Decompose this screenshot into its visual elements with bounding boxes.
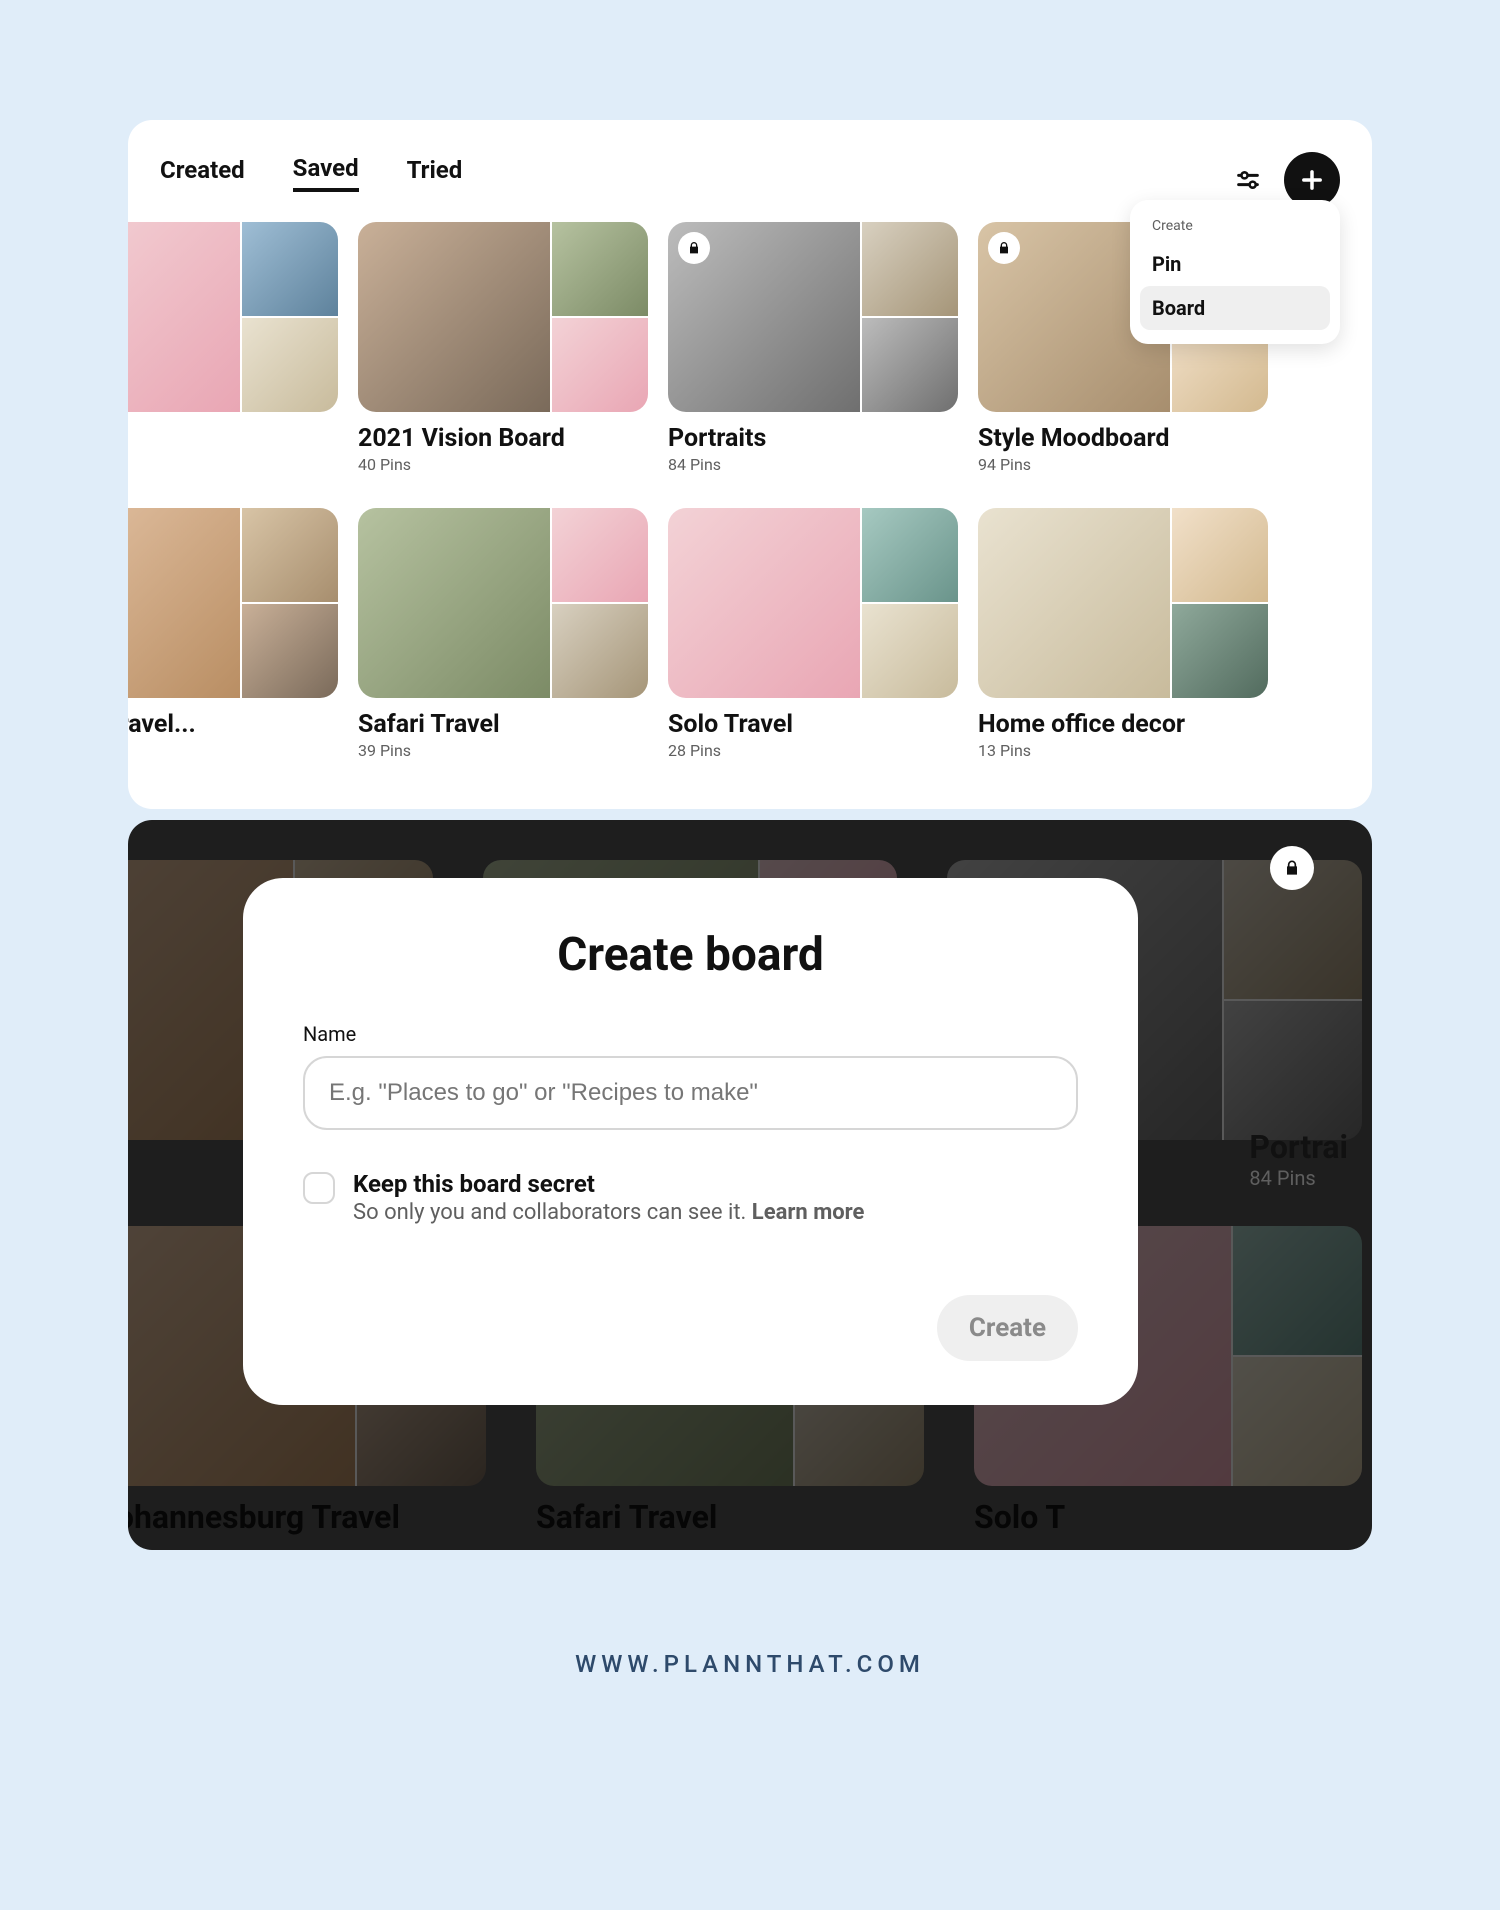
board-title: Home office decor bbox=[978, 710, 1268, 739]
board-title: 2021 Vision Board bbox=[358, 424, 648, 453]
popover-item-pin[interactable]: Pin bbox=[1140, 242, 1330, 286]
board-card[interactable]: Safari Travel 39 Pins bbox=[358, 508, 648, 760]
tab-saved[interactable]: Saved bbox=[293, 148, 359, 192]
board-card[interactable]: burg Travel... bbox=[128, 508, 338, 760]
board-title: Solo Travel bbox=[668, 710, 958, 739]
popover-heading: Create bbox=[1140, 214, 1330, 242]
filter-icon[interactable] bbox=[1232, 164, 1264, 196]
secret-checkbox[interactable] bbox=[303, 1172, 335, 1204]
create-popover: Create Pin Board bbox=[1130, 200, 1340, 344]
lock-icon bbox=[1270, 846, 1314, 890]
board-card[interactable]: Home office decor 13 Pins bbox=[978, 508, 1268, 760]
board-meta: 40 Pins bbox=[358, 455, 648, 474]
board-title: burg Travel... bbox=[128, 710, 338, 739]
board-meta: 13 Pins bbox=[978, 741, 1268, 760]
board-meta: 39 Pins bbox=[358, 741, 648, 760]
popover-item-board[interactable]: Board bbox=[1140, 286, 1330, 330]
board-name-input[interactable] bbox=[303, 1056, 1078, 1130]
board-card[interactable]: Portraits 84 Pins bbox=[668, 222, 958, 474]
create-board-modal: Create board Name Keep this board secret… bbox=[243, 878, 1138, 1405]
lock-icon bbox=[988, 232, 1020, 264]
partial-board-label: Portrai 84 Pins bbox=[1249, 1128, 1348, 1190]
modal-title: Create board bbox=[303, 928, 1078, 982]
footer-url: WWW.PLANNTHAT.COM bbox=[0, 1650, 1500, 1678]
board-title: Portraits bbox=[668, 424, 958, 453]
board-meta: 84 Pins bbox=[668, 455, 958, 474]
create-board-view: Portrai 84 Pins Johannesburg Travel Safa… bbox=[128, 820, 1372, 1550]
tab-created[interactable]: Created bbox=[160, 150, 245, 190]
learn-more-link[interactable]: Learn more bbox=[752, 1200, 865, 1225]
board-title: Style Moodboard bbox=[978, 424, 1268, 453]
tab-tried[interactable]: Tried bbox=[407, 150, 463, 190]
secret-toggle-row: Keep this board secret So only you and c… bbox=[303, 1170, 1078, 1225]
create-board-submit[interactable]: Create bbox=[937, 1295, 1078, 1361]
board-card[interactable]: 2021 Vision Board 40 Pins bbox=[358, 222, 648, 474]
board-meta: 28 Pins bbox=[668, 741, 958, 760]
secret-title: Keep this board secret bbox=[353, 1170, 864, 1198]
board-meta: 94 Pins bbox=[978, 455, 1268, 474]
tabs-bar: Created Saved Tried bbox=[128, 140, 1372, 200]
board-title: Safari Travel bbox=[358, 710, 648, 739]
lock-icon bbox=[678, 232, 710, 264]
modal-actions: Create bbox=[303, 1295, 1078, 1361]
secret-description: So only you and collaborators can see it… bbox=[353, 1200, 864, 1225]
board-card[interactable]: Solo Travel 28 Pins bbox=[668, 508, 958, 760]
profile-boards-view: Created Saved Tried Create Pin Board bbox=[128, 120, 1372, 809]
board-card[interactable] bbox=[128, 222, 338, 474]
name-label: Name bbox=[303, 1022, 1078, 1046]
